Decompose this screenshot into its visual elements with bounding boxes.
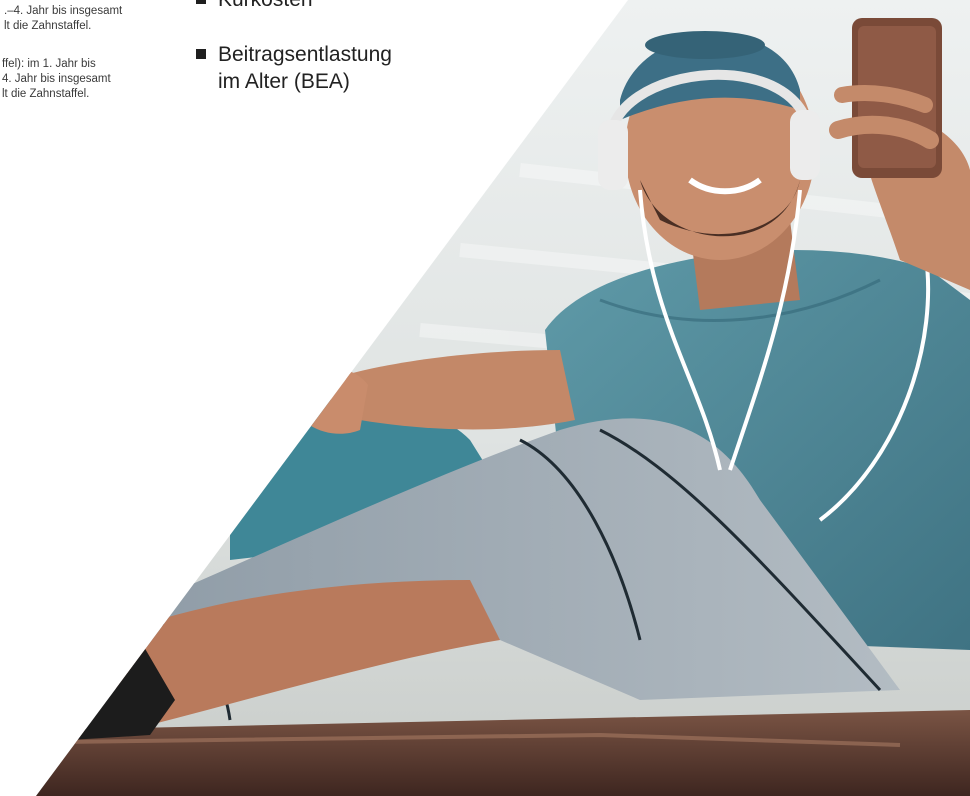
benefit-label: im Alter (BEA) — [218, 70, 350, 93]
text-line: lt die Zahnstaffel. — [4, 20, 92, 32]
text-line: ffel): im 1. Jahr bis — [2, 58, 96, 70]
square-bullet-icon — [196, 0, 206, 4]
benefit-label: Beitragsentlastung — [218, 43, 392, 66]
brochure-page: .–4. Jahr bis insgesamt lt die Zahnstaff… — [0, 0, 970, 796]
text-line: 4. Jahr bis insgesamt — [2, 73, 111, 85]
athlete-photo — [36, 0, 970, 796]
text-line: .–4. Jahr bis insgesamt — [4, 5, 123, 17]
text-line: lt die Zahnstaffel. — [2, 88, 90, 100]
benefit-label: Kurkosten — [218, 0, 313, 13]
square-bullet-icon — [196, 49, 206, 59]
